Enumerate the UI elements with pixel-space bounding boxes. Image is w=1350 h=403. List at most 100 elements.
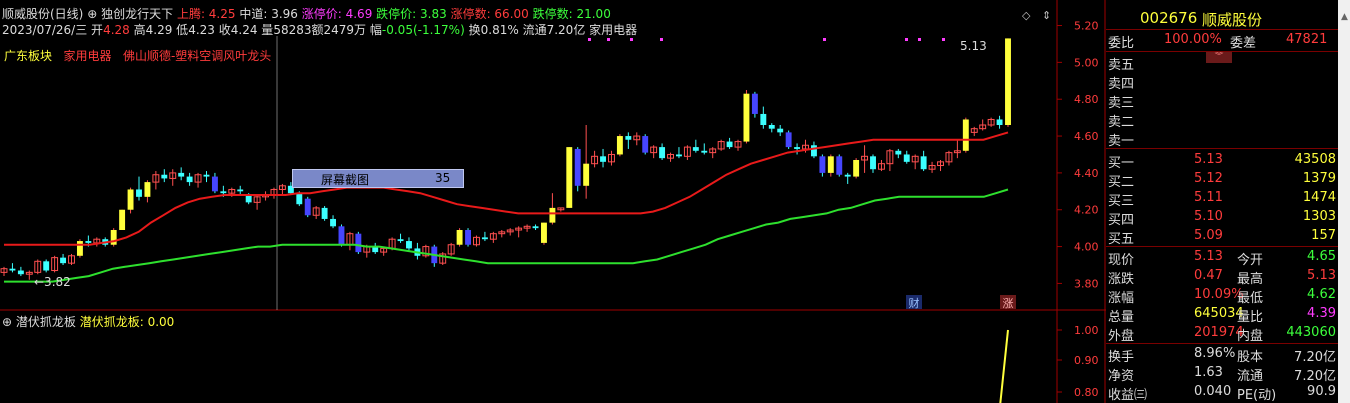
stat-label-2: 内盘 [1237, 329, 1264, 344]
signal-marker [823, 38, 826, 41]
candle-body [642, 136, 649, 153]
scroll-up-icon[interactable]: ▲ [1341, 12, 1348, 22]
amt-label: 额 [311, 23, 324, 37]
stat-row: 外盘 201974 内盘 443060 [1106, 324, 1338, 344]
vol-label: 量 [261, 23, 274, 37]
fundamental-row: 换手 8.96% 股本 7.20亿 [1106, 345, 1338, 365]
candle-body [481, 237, 488, 240]
candle-body [853, 160, 860, 177]
sell-label: 卖五 [1108, 58, 1135, 73]
buy-price: 5.10 [1194, 209, 1223, 224]
stat-label-2: 量比 [1237, 310, 1264, 325]
fund-value-2: 7.20亿 [1294, 369, 1336, 384]
up-value: 4.25 [208, 7, 236, 21]
chart-title: 顺威股份(日线) [2, 7, 84, 21]
price-tick-label: 4.60 [1074, 130, 1099, 143]
limit-down-count-label: 跌停数: [532, 7, 577, 21]
limit-up-badge[interactable]: 涨 [1000, 295, 1016, 310]
expand-icon[interactable]: ⇕ [1042, 9, 1051, 22]
buy-row[interactable]: 买三 5.11 1474 [1106, 189, 1338, 209]
sell-row[interactable]: 卖二 [1106, 110, 1338, 130]
price-tick-label: 4.80 [1074, 93, 1099, 106]
fund-value: 1.63 [1194, 365, 1223, 380]
sub-collapse-icon[interactable]: ⊕ [2, 315, 12, 329]
amt-value: 2479万 [323, 23, 367, 37]
tag-concept[interactable]: 佛山顺德-塑料空调风叶龙头 [123, 49, 271, 63]
candle-body [161, 174, 168, 179]
buy-volume: 43508 [1294, 152, 1336, 167]
candle-body [465, 230, 471, 245]
fund-label-2: 股本 [1237, 350, 1264, 365]
candle-body [60, 257, 67, 264]
fund-label: 净资 [1108, 369, 1135, 384]
stat-label: 现价 [1108, 253, 1135, 268]
candle-body [566, 147, 573, 208]
buy-row[interactable]: 买五 5.09 157 [1106, 227, 1338, 247]
sell-label: 卖一 [1108, 134, 1135, 149]
buy-label: 买一 [1108, 156, 1135, 171]
screenshot-popup[interactable]: 屏幕截图 35 [292, 169, 464, 188]
stock-chart-window: 5.20 5.00 4.80 4.60 4.40 4.20 4.00 3.80 1.00 0.90… [0, 0, 1350, 403]
candle-body [920, 156, 927, 170]
high-value: 4.29 [145, 23, 173, 37]
sell-row[interactable]: 卖四 [1106, 72, 1338, 92]
sub-panel-header: ⊕ 潜伏抓龙板 潜伏抓龙板: 0.00 [2, 313, 174, 330]
float-label: 流通 [522, 23, 547, 37]
scrollbar[interactable]: ▲ [1338, 0, 1350, 403]
mid-label: 中道: [239, 7, 272, 21]
sell-row[interactable]: 卖三 [1106, 91, 1338, 111]
candle-body [296, 193, 303, 205]
low-value: 4.23 [188, 23, 215, 37]
stat-value-2: 4.39 [1307, 306, 1336, 321]
sub-tick-label: 0.90 [1074, 354, 1099, 367]
buy-volume: 1303 [1302, 209, 1336, 224]
candle-body [237, 189, 244, 192]
candle-body [144, 182, 151, 197]
tag-region[interactable]: 广东板块 [4, 49, 52, 63]
quote-panel: 002676 顺威股份 委比 100.00% 委差 47821 ︾ 卖五 卖四 卖三… [1106, 0, 1338, 403]
limit-down-count-value: 21.00 [576, 7, 611, 21]
buy-label: 买四 [1108, 213, 1135, 228]
buy-row[interactable]: 买四 5.10 1303 [1106, 208, 1338, 228]
buy-row[interactable]: 买一 5.13 43508 [1106, 151, 1338, 171]
stock-name: 顺威股份 [1202, 11, 1263, 29]
buy-price: 5.11 [1194, 190, 1223, 205]
candle-body [220, 191, 227, 194]
tag-industry[interactable]: 家用电器 [63, 49, 111, 63]
diamond-icon[interactable]: ◇ [1022, 9, 1030, 22]
candle-body [110, 230, 117, 245]
fund-label-2: 流通 [1237, 369, 1264, 384]
candle-body [600, 156, 606, 162]
candle-body [692, 147, 699, 151]
candle-body [810, 145, 817, 157]
stat-label: 总量 [1108, 310, 1135, 325]
weibi-value: 100.00% [1164, 32, 1222, 47]
candle-body [1005, 38, 1011, 125]
stat-label-2: 最低 [1237, 291, 1264, 306]
indicator-name[interactable]: 独创龙行天下 [101, 7, 173, 21]
signal-marker [905, 38, 908, 41]
buy-label: 买三 [1108, 194, 1135, 209]
candle-body [178, 172, 185, 177]
signal-marker [660, 38, 663, 41]
buy-row[interactable]: 买二 5.12 1379 [1106, 170, 1338, 190]
sub-panel-name[interactable]: 潜伏抓龙板 [16, 315, 76, 329]
stat-label: 外盘 [1108, 329, 1135, 344]
finance-badge[interactable]: 财 [906, 295, 922, 310]
stat-label-2: 今开 [1237, 253, 1264, 268]
candle-body [85, 241, 92, 243]
candle-body [751, 93, 758, 114]
stat-row: 涨幅 10.09% 最低 4.62 [1106, 286, 1338, 306]
sub-panel-value: 潜伏抓龙板: 0.00 [79, 315, 175, 329]
stat-value-2: 5.13 [1307, 268, 1336, 283]
collapse-icon[interactable]: ⊕ [87, 7, 97, 21]
popup-value: 35 [435, 171, 451, 185]
tag-line: 广东板块 家用电器 佛山顺德-塑料空调风叶龙头 [4, 47, 271, 64]
candle-body [456, 230, 463, 245]
sell-row[interactable]: 卖五 [1106, 53, 1338, 73]
buy-price: 5.13 [1194, 152, 1223, 167]
weibi-label: 委比 [1108, 36, 1135, 51]
candle-body [136, 189, 142, 197]
low-label: 低 [176, 23, 189, 37]
sell-row[interactable]: 卖一 [1106, 129, 1338, 149]
